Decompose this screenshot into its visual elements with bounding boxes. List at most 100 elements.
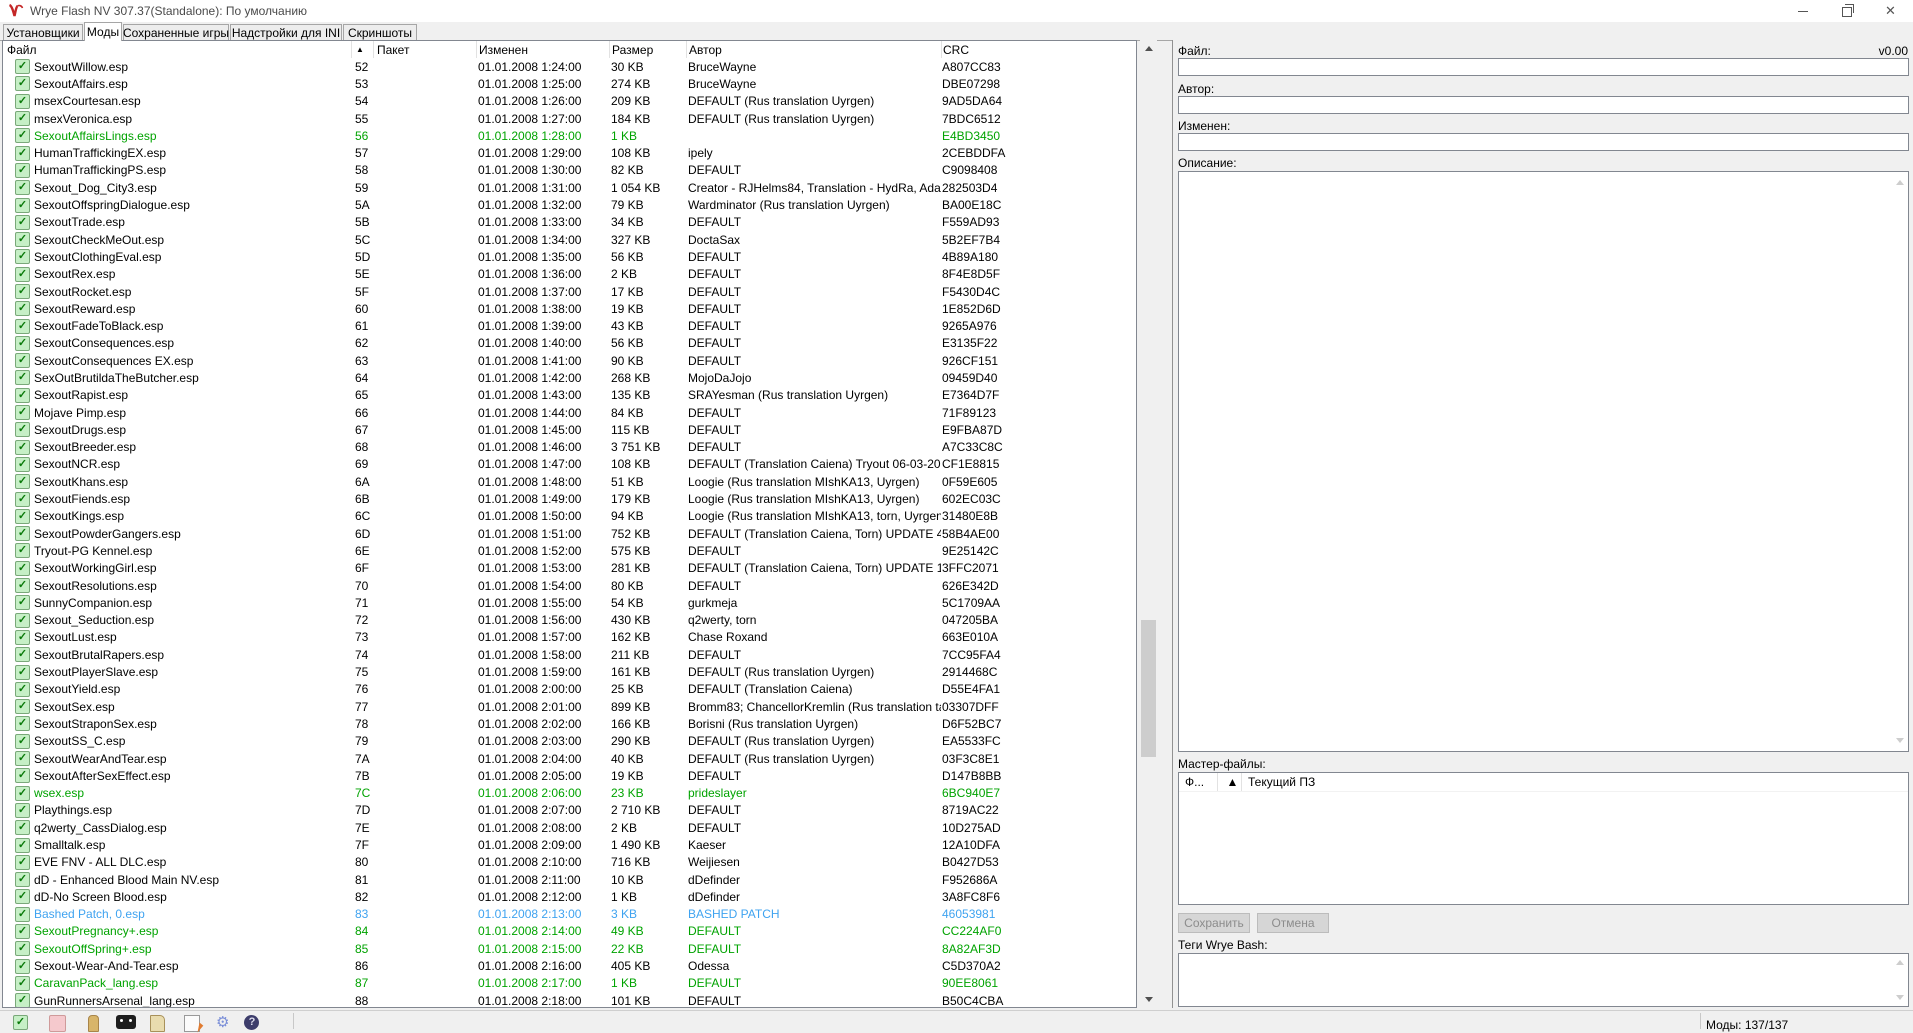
mod-checkbox-icon[interactable]: ✓ (15, 716, 30, 731)
table-row[interactable]: ✓ SexoutConsequences.esp 62 01.01.2008 1… (3, 335, 1136, 352)
table-row[interactable]: ✓ Bashed Patch, 0.esp 83 01.01.2008 2:13… (3, 906, 1136, 923)
table-row[interactable]: ✓ SexOutBrutildaTheButcher.esp 64 01.01.… (3, 369, 1136, 386)
table-row[interactable]: ✓ SexoutRocket.esp 5F 01.01.2008 1:37:00… (3, 283, 1136, 300)
table-row[interactable]: ✓ Sexout-Wear-And-Tear.esp 86 01.01.2008… (3, 957, 1136, 974)
mod-checkbox-icon[interactable]: ✓ (15, 492, 30, 507)
mod-checkbox-icon[interactable]: ✓ (15, 786, 30, 801)
column-header-size[interactable]: Размер (609, 41, 686, 58)
mod-checkbox-icon[interactable]: ✓ (15, 319, 30, 334)
mod-checkbox-icon[interactable]: ✓ (15, 561, 30, 576)
table-row[interactable]: ✓ SexoutSS_C.esp 79 01.01.2008 2:03:00 2… (3, 733, 1136, 750)
table-row[interactable]: ✓ SexoutCheckMeOut.esp 5C 01.01.2008 1:3… (3, 231, 1136, 248)
column-header-author[interactable]: Автор (686, 41, 941, 58)
table-row[interactable]: ✓ SexoutPowderGangers.esp 6D 01.01.2008 … (3, 525, 1136, 542)
table-row[interactable]: ✓ SexoutOffSpring+.esp 85 01.01.2008 2:1… (3, 940, 1136, 957)
table-row[interactable]: ✓ SexoutConsequences EX.esp 63 01.01.200… (3, 352, 1136, 369)
table-row[interactable]: ✓ SexoutDrugs.esp 67 01.01.2008 1:45:00 … (3, 421, 1136, 438)
mod-checkbox-icon[interactable]: ✓ (15, 578, 30, 593)
table-row[interactable]: ✓ Mojave Pimp.esp 66 01.01.2008 1:44:00 … (3, 404, 1136, 421)
mod-checkbox-icon[interactable]: ✓ (15, 907, 30, 922)
table-row[interactable]: ✓ SexoutWorkingGirl.esp 6F 01.01.2008 1:… (3, 560, 1136, 577)
mod-checkbox-icon[interactable]: ✓ (15, 59, 30, 74)
column-header-package[interactable]: Пакет (373, 41, 476, 58)
mod-checkbox-icon[interactable]: ✓ (15, 872, 30, 887)
table-row[interactable]: ✓ SexoutAffairsLings.esp 56 01.01.2008 1… (3, 127, 1136, 144)
table-row[interactable]: ✓ SexoutLust.esp 73 01.01.2008 1:57:00 1… (3, 629, 1136, 646)
minimize-icon[interactable] (1780, 0, 1825, 22)
table-row[interactable]: ✓ msexCourtesan.esp 54 01.01.2008 1:26:0… (3, 93, 1136, 110)
mod-checkbox-icon[interactable]: ✓ (15, 941, 30, 956)
table-row[interactable]: ✓ SexoutOffspringDialogue.esp 5A 01.01.2… (3, 196, 1136, 213)
mod-checkbox-icon[interactable]: ✓ (15, 630, 30, 645)
table-row[interactable]: ✓ EVE FNV - ALL DLC.esp 80 01.01.2008 2:… (3, 854, 1136, 871)
close-icon[interactable]: ✕ (1868, 0, 1913, 22)
mod-checkbox-icon[interactable]: ✓ (15, 855, 30, 870)
chevron-up-icon[interactable] (1896, 180, 1904, 185)
table-row[interactable]: ✓ CaravanPack_lang.esp 87 01.01.2008 2:1… (3, 975, 1136, 992)
save-button[interactable]: Сохранить (1178, 913, 1250, 933)
mod-checkbox-icon[interactable]: ✓ (15, 440, 30, 455)
table-row[interactable]: ✓ SexoutAffairs.esp 53 01.01.2008 1:25:0… (3, 75, 1136, 92)
mod-checkbox-icon[interactable]: ✓ (15, 180, 30, 195)
parchment-doc-icon[interactable] (150, 1015, 165, 1032)
edit-document-icon[interactable] (184, 1015, 200, 1032)
column-header-load-order[interactable]: ▲ (351, 41, 373, 58)
mod-checkbox-icon[interactable]: ✓ (15, 284, 30, 299)
mod-checkbox-icon[interactable]: ✓ (15, 647, 30, 662)
scrollbar-thumb[interactable] (1141, 620, 1156, 757)
table-row[interactable]: ✓ SexoutReward.esp 60 01.01.2008 1:38:00… (3, 300, 1136, 317)
table-row[interactable]: ✓ SexoutRex.esp 5E 01.01.2008 1:36:00 2 … (3, 266, 1136, 283)
mod-checkbox-icon[interactable]: ✓ (15, 959, 30, 974)
mod-checkbox-icon[interactable]: ✓ (15, 474, 30, 489)
cancel-button[interactable]: Отмена (1257, 913, 1329, 933)
table-row[interactable]: ✓ SexoutWearAndTear.esp 7A 01.01.2008 2:… (3, 750, 1136, 767)
masters-column-current-lo[interactable]: Текущий ПЗ (1241, 773, 1908, 791)
column-header-file[interactable]: Файл (3, 41, 351, 58)
mod-checkbox-icon[interactable]: ✓ (15, 924, 30, 939)
mod-checkbox-icon[interactable]: ✓ (15, 388, 30, 403)
chevron-up-icon[interactable] (1896, 960, 1904, 965)
pink-square-icon[interactable] (49, 1015, 66, 1032)
table-row[interactable]: ✓ SexoutAfterSexEffect.esp 7B 01.01.2008… (3, 767, 1136, 784)
table-row[interactable]: ✓ SexoutFiends.esp 6B 01.01.2008 1:49:00… (3, 490, 1136, 507)
chevron-down-icon[interactable] (1896, 995, 1904, 1000)
table-row[interactable]: ✓ msexVeronica.esp 55 01.01.2008 1:27:00… (3, 110, 1136, 127)
table-row[interactable]: ✓ SexoutClothingEval.esp 5D 01.01.2008 1… (3, 248, 1136, 265)
table-row[interactable]: ✓ SexoutPregnancy+.esp 84 01.01.2008 2:1… (3, 923, 1136, 940)
table-row[interactable]: ✓ SexoutFadeToBlack.esp 61 01.01.2008 1:… (3, 317, 1136, 334)
table-row[interactable]: ✓ SexoutBrutalRapers.esp 74 01.01.2008 1… (3, 646, 1136, 663)
modified-input[interactable] (1178, 133, 1909, 151)
mod-checkbox-icon[interactable]: ✓ (15, 353, 30, 368)
mod-checkbox-icon[interactable]: ✓ (15, 146, 30, 161)
mod-checkbox-icon[interactable]: ✓ (15, 734, 30, 749)
table-row[interactable]: ✓ SexoutWillow.esp 52 01.01.2008 1:24:00… (3, 58, 1136, 75)
mod-checkbox-icon[interactable]: ✓ (15, 198, 30, 213)
mod-checkbox-icon[interactable]: ✓ (15, 422, 30, 437)
table-row[interactable]: ✓ HumanTraffickingEX.esp 57 01.01.2008 1… (3, 144, 1136, 161)
mod-checkbox-icon[interactable]: ✓ (15, 215, 30, 230)
table-row[interactable]: ✓ Sexout_Seduction.esp 72 01.01.2008 1:5… (3, 612, 1136, 629)
mod-checkbox-icon[interactable]: ✓ (15, 543, 30, 558)
black-monitor-icon[interactable] (116, 1015, 136, 1029)
table-row[interactable]: ✓ SexoutNCR.esp 69 01.01.2008 1:47:00 10… (3, 456, 1136, 473)
tab-saves[interactable]: Сохраненные игры (123, 24, 229, 40)
table-row[interactable]: ✓ Smalltalk.esp 7F 01.01.2008 2:09:00 1 … (3, 836, 1136, 853)
table-row[interactable]: ✓ SexoutRapist.esp 65 01.01.2008 1:43:00… (3, 387, 1136, 404)
table-row[interactable]: ✓ dD - Enhanced Blood Main NV.esp 81 01.… (3, 871, 1136, 888)
mod-checkbox-icon[interactable]: ✓ (15, 751, 30, 766)
table-row[interactable]: ✓ SexoutResolutions.esp 70 01.01.2008 1:… (3, 577, 1136, 594)
mod-checkbox-icon[interactable]: ✓ (15, 993, 30, 1008)
table-row[interactable]: ✓ SexoutYield.esp 76 01.01.2008 2:00:00 … (3, 681, 1136, 698)
scroll-down-icon[interactable] (1140, 991, 1157, 1008)
mod-checkbox-icon[interactable]: ✓ (15, 163, 30, 178)
table-row[interactable]: ✓ Tryout-PG Kennel.esp 6E 01.01.2008 1:5… (3, 542, 1136, 559)
restore-icon[interactable] (1825, 0, 1870, 22)
tab-ini-edits[interactable]: Надстройки для INI (230, 24, 342, 40)
table-row[interactable]: ✓ dD-No Screen Blood.esp 82 01.01.2008 2… (3, 888, 1136, 905)
mods-table-scrollbar[interactable] (1140, 40, 1157, 1008)
masters-sort-icon[interactable]: ▲ (1217, 773, 1241, 791)
mod-checkbox-icon[interactable]: ✓ (15, 682, 30, 697)
mod-checkbox-icon[interactable]: ✓ (15, 76, 30, 91)
mod-checkbox-icon[interactable]: ✓ (15, 699, 30, 714)
mod-checkbox-icon[interactable]: ✓ (15, 976, 30, 991)
